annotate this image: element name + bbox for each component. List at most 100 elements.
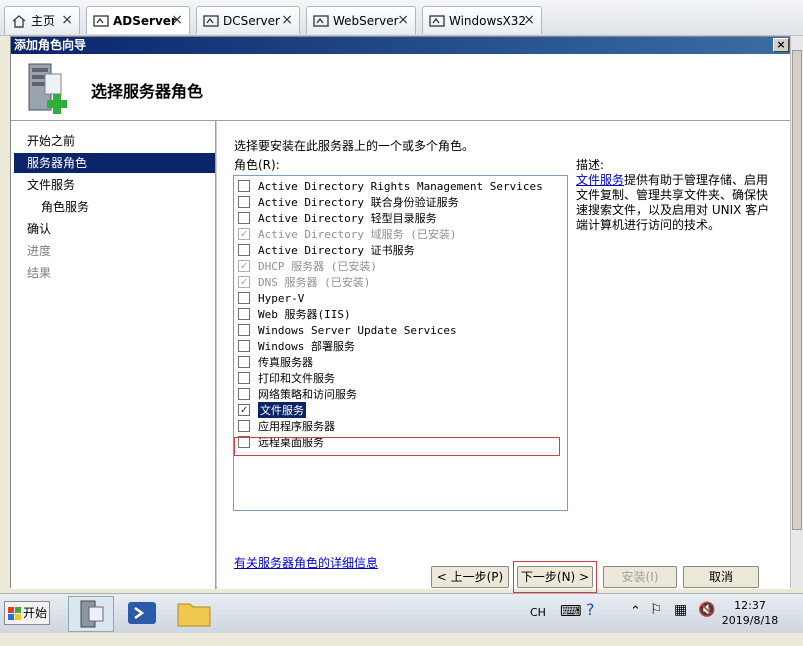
taskbar: 开始 CH ⌨ ? ⌃ ⚐ ▦ 🔇 12:37 2019/8/18 (0, 593, 803, 633)
powershell-taskbar-button[interactable] (120, 596, 166, 632)
role-item[interactable]: Windows Server Update Services (238, 322, 457, 338)
role-label: Windows Server Update Services (258, 323, 457, 337)
role-checkbox[interactable] (238, 324, 250, 336)
install-button: 安装(I) (603, 566, 677, 588)
step-progress: 进度 (27, 244, 52, 258)
vertical-scrollbar[interactable] (790, 36, 803, 588)
wizard-header: 选择服务器角色 (11, 54, 791, 121)
close-icon[interactable]: × (281, 12, 293, 28)
step-before-you-begin[interactable]: 开始之前 (11, 131, 215, 151)
role-checkbox: ✓ (238, 276, 250, 288)
start-button[interactable]: 开始 (4, 601, 50, 625)
role-item[interactable]: Hyper-V (238, 290, 304, 306)
role-item: ✓ Active Directory 域服务 (已安装) (238, 226, 456, 242)
close-icon[interactable]: × (397, 12, 409, 28)
role-item: ✓ DNS 服务器 (已安装) (238, 274, 370, 290)
show-hidden-icons-icon[interactable]: ⌃ (630, 604, 641, 644)
step-file-services[interactable]: 文件服务 (11, 175, 215, 195)
tab-adserver[interactable]: ADServer × (86, 6, 190, 34)
role-checkbox: ✓ (238, 228, 250, 240)
role-item[interactable]: 网络策略和访问服务 (238, 386, 357, 402)
wizard-steps: 开始之前 服务器角色 文件服务 角色服务 确认 进度 结果 (11, 121, 216, 589)
role-label: DHCP 服务器 (已安装) (258, 260, 377, 273)
clock[interactable]: 12:37 2019/8/18 (720, 598, 780, 628)
tab-windowsx32[interactable]: WindowsX32 × (422, 6, 542, 34)
tab-label: WebServer (333, 13, 399, 28)
role-checkbox[interactable] (238, 244, 250, 256)
tab-home[interactable]: 主页 × (4, 6, 80, 34)
description-label: 描述: (576, 158, 605, 172)
explorer-taskbar-button[interactable] (172, 596, 218, 632)
cancel-button[interactable]: 取消 (683, 566, 759, 588)
role-checkbox[interactable] (238, 388, 250, 400)
server-manager-taskbar-button[interactable] (68, 596, 114, 632)
tab-label: DCServer (223, 13, 280, 28)
keyboard-icon[interactable]: ⌨ (560, 602, 582, 642)
role-label: Active Directory 轻型目录服务 (258, 212, 437, 225)
role-item[interactable]: 打印和文件服务 (238, 370, 335, 386)
role-item[interactable]: Active Directory 联合身份验证服务 (238, 194, 459, 210)
role-label: Hyper-V (258, 291, 305, 305)
role-item: ✓ DHCP 服务器 (已安装) (238, 258, 377, 274)
vm-icon (203, 14, 219, 27)
role-checkbox: ✓ (238, 260, 250, 272)
vm-tab-strip: 主页 × ADServer × DCServer × WebServer × W… (0, 0, 803, 36)
close-icon[interactable]: × (171, 12, 183, 28)
roles-listbox[interactable]: Active Directory Rights Management Servi… (233, 175, 568, 511)
network-icon[interactable]: ▦ (674, 602, 687, 642)
role-checkbox[interactable] (238, 196, 250, 208)
role-checkbox[interactable] (238, 212, 250, 224)
role-label: 文件服务 (258, 402, 306, 418)
role-item[interactable]: Active Directory 轻型目录服务 (238, 210, 437, 226)
role-checkbox[interactable] (238, 180, 250, 192)
role-item[interactable]: Windows 部署服务 (238, 338, 355, 354)
role-checkbox[interactable]: ✓ (238, 404, 250, 416)
add-roles-wizard: 添加角色向导 × 选择服务器角色 开始之前 服务器角色 文件服务 角色服务 确认… (10, 36, 791, 593)
powershell-icon (128, 602, 156, 624)
clock-date: 2019/8/18 (721, 614, 779, 627)
highlight-box (234, 437, 560, 456)
step-results: 结果 (27, 266, 52, 280)
language-indicator[interactable]: CH (530, 606, 546, 646)
volume-muted-icon[interactable]: 🔇 (698, 602, 715, 642)
vm-icon (313, 14, 329, 27)
role-checkbox[interactable] (238, 420, 250, 432)
role-checkbox[interactable] (238, 372, 250, 384)
back-button[interactable]: < 上一步(P) (431, 566, 509, 588)
role-item[interactable]: 应用程序服务器 (238, 418, 335, 434)
role-item[interactable]: ✓ 文件服务 (238, 402, 306, 418)
highlight-box (513, 561, 597, 593)
tab-label: ADServer (113, 13, 177, 28)
role-checkbox[interactable] (238, 356, 250, 368)
window-close-button[interactable]: × (773, 38, 789, 52)
close-icon[interactable]: × (61, 12, 73, 28)
action-center-flag-icon[interactable]: ⚐ (650, 602, 663, 642)
role-label: 传真服务器 (258, 356, 313, 369)
role-label: Active Directory 联合身份验证服务 (258, 196, 459, 209)
step-role-services[interactable]: 角色服务 (11, 197, 215, 217)
tab-dcserver[interactable]: DCServer × (196, 6, 300, 34)
role-item[interactable]: Web 服务器(IIS) (238, 306, 351, 322)
step-confirmation[interactable]: 确认 (11, 219, 215, 239)
role-item[interactable]: Active Directory 证书服务 (238, 242, 415, 258)
windows-logo-icon (8, 607, 21, 620)
window-titlebar[interactable]: 添加角色向导 × (11, 37, 791, 54)
role-label: 网络策略和访问服务 (258, 388, 357, 401)
description-link[interactable]: 文件服务 (576, 173, 624, 187)
tab-webserver[interactable]: WebServer × (306, 6, 416, 34)
tab-label: WindowsX32 (449, 13, 527, 28)
server-manager-icon (80, 600, 104, 628)
step-server-roles[interactable]: 服务器角色 (14, 153, 215, 173)
help-icon[interactable]: ? (586, 600, 595, 640)
role-checkbox[interactable] (238, 292, 250, 304)
role-checkbox[interactable] (238, 308, 250, 320)
role-description: 文件服务提供有助于管理存储、启用文件复制、管理共享文件夹、确保快速搜索文件，以及… (576, 173, 776, 233)
role-item[interactable]: Active Directory Rights Management Servi… (238, 178, 543, 194)
role-label: Active Directory 证书服务 (258, 244, 415, 257)
close-icon[interactable]: × (523, 12, 535, 28)
start-label: 开始 (23, 606, 48, 620)
scroll-thumb[interactable] (792, 50, 802, 530)
more-info-link[interactable]: 有关服务器角色的详细信息 (234, 554, 378, 571)
role-item[interactable]: 传真服务器 (238, 354, 313, 370)
role-checkbox[interactable] (238, 340, 250, 352)
